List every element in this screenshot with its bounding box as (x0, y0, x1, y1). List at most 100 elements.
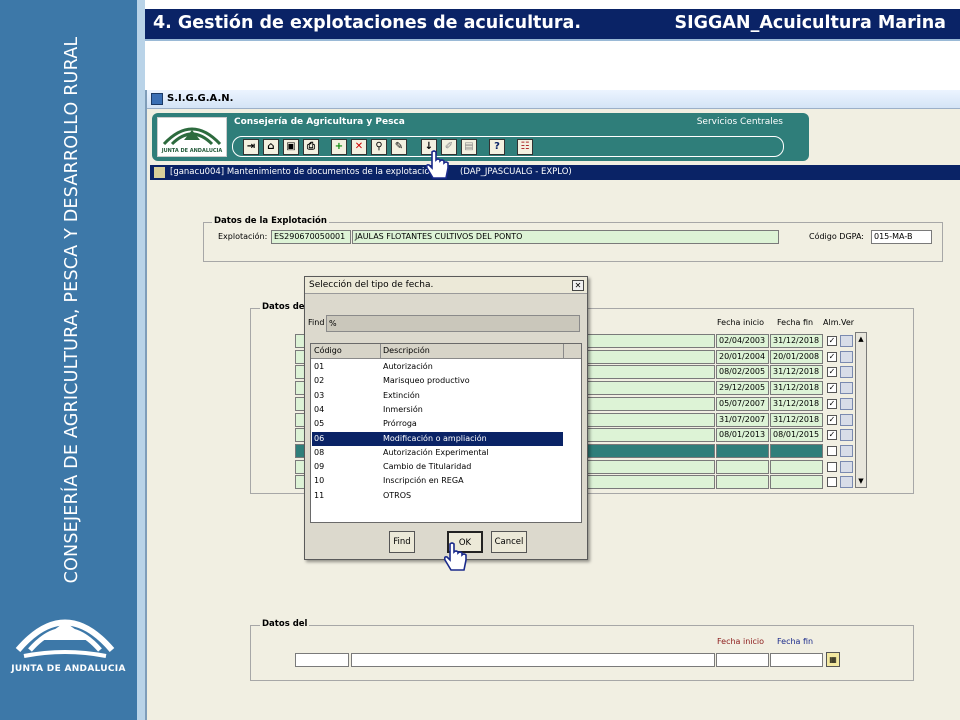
doc-row-checkbox[interactable]: ✓ (827, 351, 837, 362)
detalle-col-inicio: Fecha inicio (717, 637, 765, 646)
doc-row-fin-field[interactable] (770, 443, 823, 458)
doc-row-checkbox[interactable] (827, 477, 837, 488)
date-type-dialog: Selección del tipo de fecha. ✕ Find % Có… (304, 276, 588, 560)
document-view-icon[interactable] (840, 460, 853, 473)
pointer-hand-icon (425, 150, 449, 179)
detalle-fin-field[interactable] (770, 653, 823, 667)
doc-row-inicio-field[interactable]: 20/01/2004 (716, 349, 769, 364)
item-description: Autorización (383, 362, 433, 371)
side-band: CONSEJERÍA DE AGRICULTURA, PESCA Y DESAR… (0, 0, 137, 720)
doc-row-fin-field[interactable]: 31/12/2018 (770, 396, 823, 411)
tree-icon[interactable]: ☷ (517, 139, 533, 155)
document-view-icon[interactable] (840, 444, 853, 457)
doc-row-fin-field[interactable] (770, 475, 823, 490)
dialog-list-item[interactable]: 01 Autorización (312, 360, 563, 374)
item-code: 03 (314, 390, 325, 400)
search-icon[interactable]: ⚲ (371, 139, 387, 155)
dialog-list-item[interactable]: 05 Prórroga (312, 417, 563, 431)
doc-row-fin-field[interactable]: 31/12/2018 (770, 381, 823, 396)
doc-row-inicio-field[interactable]: 05/07/2007 (716, 396, 769, 411)
dialog-list-item[interactable]: 02 Marisqueo productivo (312, 374, 563, 388)
calendar-icon[interactable]: ▦ (826, 652, 840, 667)
dialog-list-item[interactable]: 11 OTROS (312, 489, 563, 503)
detalle-desc-field[interactable] (351, 653, 715, 667)
clear-icon[interactable]: ✎ (391, 139, 407, 155)
save-icon[interactable]: ▣ (283, 139, 299, 155)
scroll-down-icon[interactable]: ▼ (857, 476, 865, 486)
close-icon[interactable]: ✕ (572, 280, 584, 291)
exit-icon[interactable]: ⇥ (243, 139, 259, 155)
doc-row-fin-field[interactable]: 20/01/2008 (770, 349, 823, 364)
open-folder-icon[interactable]: ⌂ (263, 139, 279, 155)
header-logo-icon (162, 127, 222, 146)
document-view-icon[interactable] (840, 476, 853, 489)
header-divider (380, 344, 381, 359)
col-fecha-inicio: Fecha inicio (717, 318, 765, 327)
doc-row-fin-field[interactable] (770, 459, 823, 474)
documentos-frame-title: Datos de (260, 302, 307, 312)
find-label: Find (308, 318, 325, 327)
doc-row-checkbox[interactable] (827, 445, 837, 456)
doc-row-checkbox[interactable]: ✓ (827, 414, 837, 425)
delete-icon[interactable]: ✕ (351, 139, 367, 155)
help-icon[interactable]: ? (489, 139, 505, 155)
header-panel: JUNTA DE ANDALUCIA Consejería de Agricul… (152, 113, 809, 161)
detalle-col-fin: Fecha fin (777, 637, 814, 646)
dialog-list-item[interactable]: 03 Extinción (312, 389, 563, 403)
app-titlebar: S.I.G.G.A.N. (147, 90, 960, 109)
doc-row-checkbox[interactable]: ✓ (827, 430, 837, 441)
doc-row-inicio-field[interactable]: 08/01/2013 (716, 428, 769, 443)
cancel-button[interactable]: Cancel (491, 531, 527, 553)
dialog-list-item[interactable]: 08 Autorización Experimental (312, 446, 563, 460)
doc-row-inicio-field[interactable]: 08/02/2005 (716, 365, 769, 380)
doc-row-inicio-field[interactable] (716, 443, 769, 458)
document-view-icon[interactable] (840, 429, 853, 442)
dialog-list-item[interactable]: 06 Modificación o ampliación (312, 431, 563, 446)
doc-row-inicio-field[interactable] (716, 475, 769, 490)
print-icon[interactable]: ⎙ (303, 139, 319, 155)
doc-row-fin-field[interactable]: 31/12/2018 (770, 365, 823, 380)
document-view-icon[interactable] (840, 335, 853, 347)
detalle-inicio-field[interactable] (716, 653, 769, 667)
doc-row-checkbox[interactable]: ✓ (827, 383, 837, 394)
slide-title-bar: 4. Gestión de explotaciones de acuicultu… (145, 9, 960, 39)
document-view-icon[interactable] (840, 397, 853, 410)
document-view-icon[interactable] (840, 350, 853, 363)
doc-row-checkbox[interactable]: ✓ (827, 398, 837, 409)
dialog-list-item[interactable]: 10 Inscripción en REGA (312, 474, 563, 488)
doc-row-inicio-field[interactable]: 02/04/2003 (716, 334, 769, 348)
doc-row-fin-field[interactable]: 31/12/2018 (770, 334, 823, 348)
explotacion-name-field[interactable]: JAULAS FLOTANTES CULTIVOS DEL PONTO (352, 230, 779, 244)
doc-row-inicio-field[interactable] (716, 459, 769, 474)
add-icon[interactable]: + (331, 139, 347, 155)
doc-row-inicio-field[interactable]: 31/07/2007 (716, 412, 769, 427)
item-description: OTROS (383, 490, 412, 500)
doc-row-fin-field[interactable]: 31/12/2018 (770, 412, 823, 427)
app-window-icon (151, 93, 163, 105)
doc-row-checkbox[interactable]: ✓ (827, 367, 837, 378)
document-view-icon[interactable] (840, 413, 853, 426)
explotacion-code-field[interactable]: ES290670050001 (271, 230, 351, 244)
dialog-list-item[interactable]: 09 Cambio de Titularidad (312, 460, 563, 474)
doc-row-fin-field[interactable]: 08/01/2015 (770, 428, 823, 443)
item-code: 04 (314, 404, 325, 414)
side-text-container: CONSEJERÍA DE AGRICULTURA, PESCA Y DESAR… (22, 37, 122, 584)
document-view-icon[interactable] (840, 366, 853, 379)
item-code: 10 (314, 476, 325, 486)
dialog-list-item[interactable]: 04 Inmersión (312, 403, 563, 417)
doc-row-inicio-field[interactable]: 29/12/2005 (716, 381, 769, 396)
find-input[interactable]: % (326, 315, 580, 332)
find-button[interactable]: Find (389, 531, 415, 553)
preview-icon[interactable]: ▤ (461, 139, 477, 155)
col-codigo: Código (314, 346, 342, 355)
documentos-scrollbar[interactable]: ▲ ▼ (855, 332, 867, 488)
doc-row-checkbox[interactable] (827, 461, 837, 472)
document-view-icon[interactable] (840, 382, 853, 395)
dgpa-field[interactable]: 015-MA-B (871, 230, 932, 244)
band-edge (137, 0, 145, 720)
scroll-up-icon[interactable]: ▲ (857, 334, 865, 344)
detalle-code-field[interactable] (295, 653, 349, 667)
doc-row-checkbox[interactable]: ✓ (827, 336, 837, 346)
item-description: Inscripción en REGA (383, 476, 464, 486)
subwindow-titlebar: [ganacu004] Mantenimiento de documentos … (150, 165, 960, 180)
